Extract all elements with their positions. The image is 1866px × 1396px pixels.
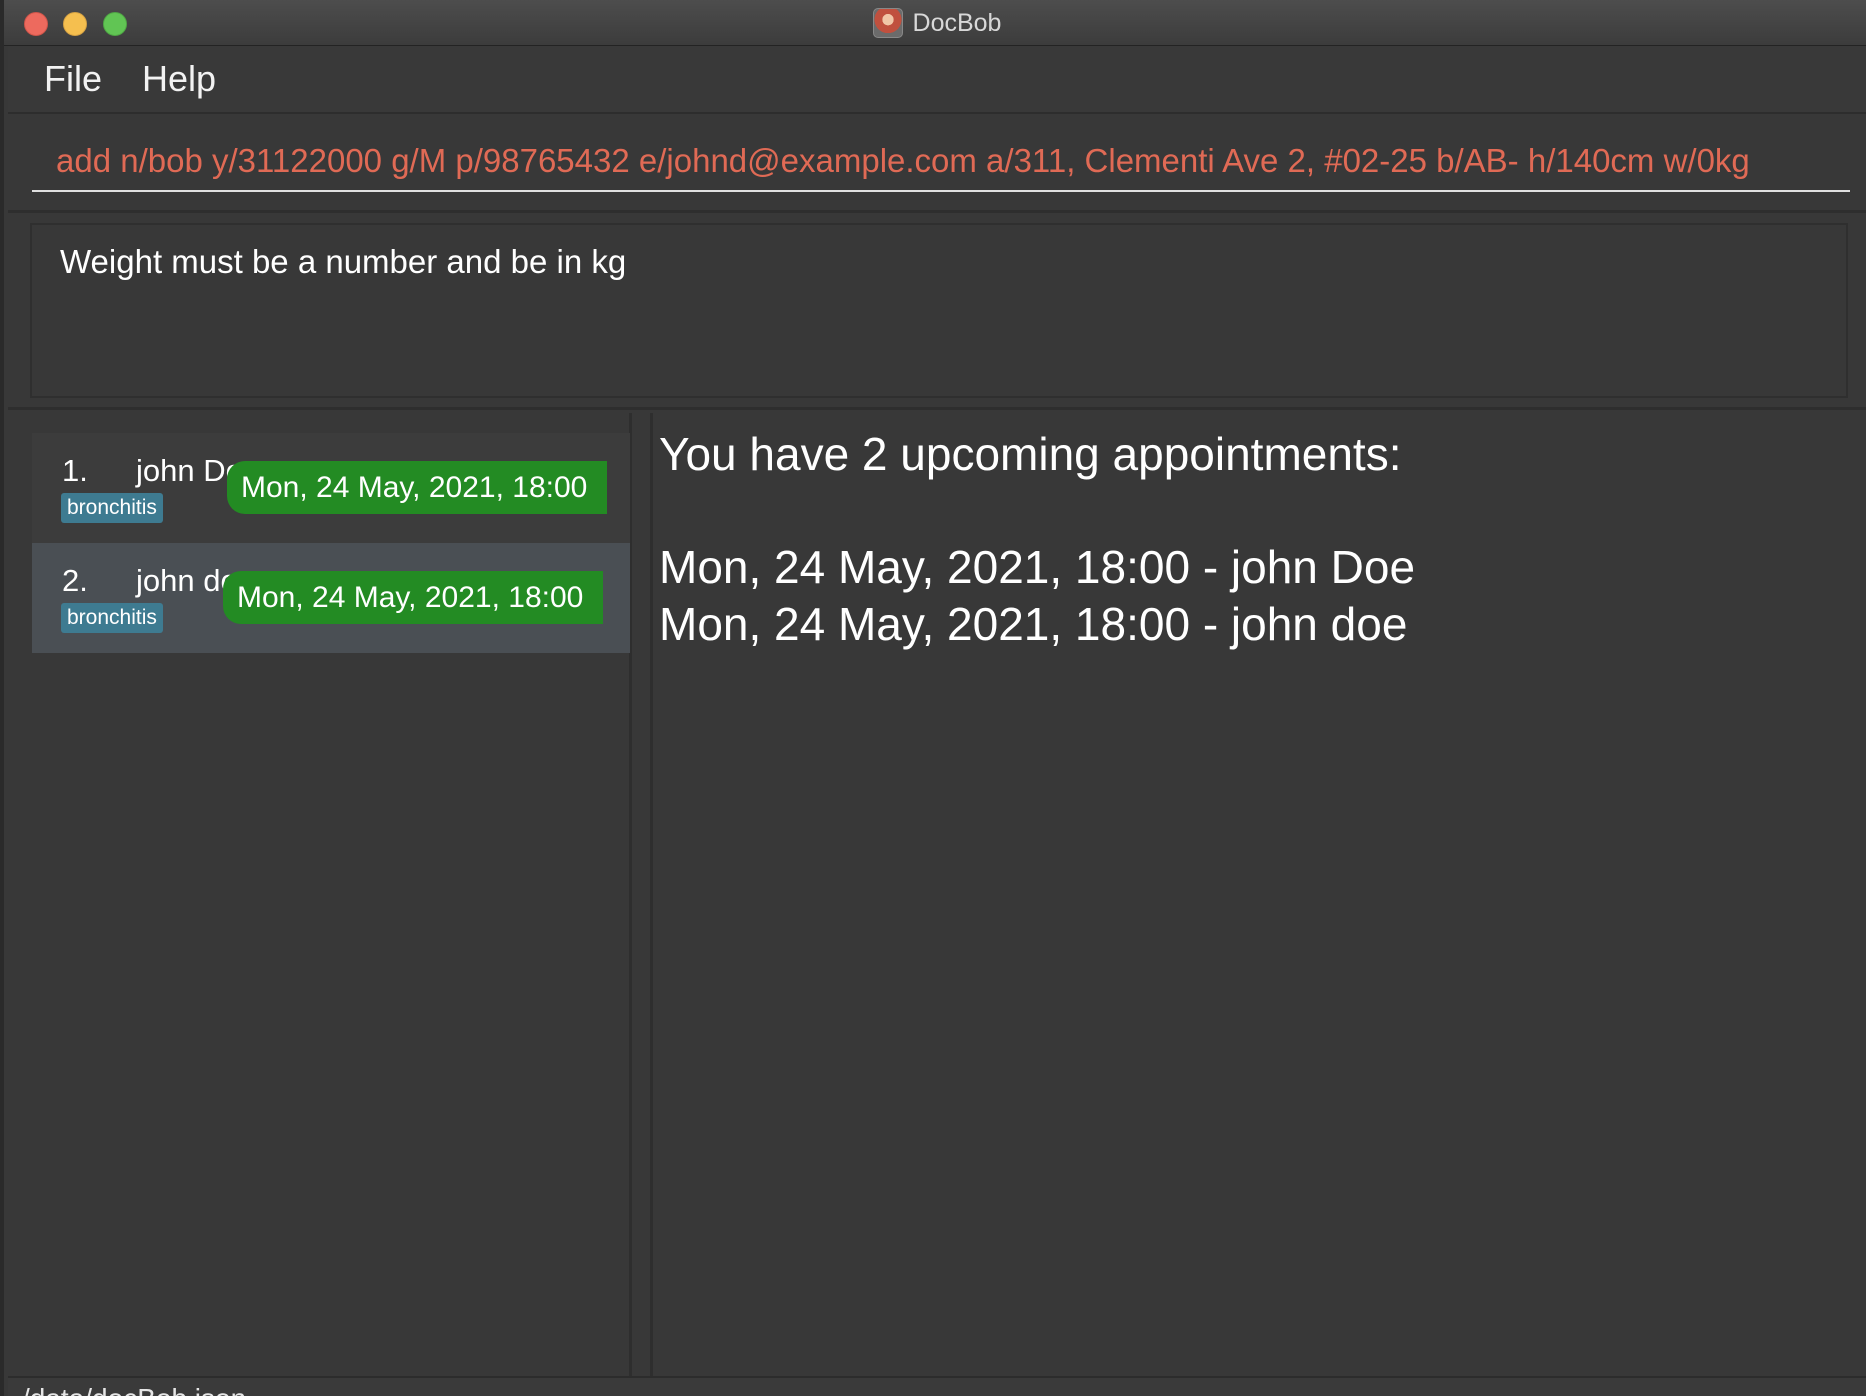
patient-tag: bronchitis	[61, 603, 163, 633]
patient-index: 2.	[62, 563, 88, 598]
appointment-line: Mon, 24 May, 2021, 18:00 - john doe	[659, 598, 1408, 650]
appointment-badge: Mon, 24 May, 2021, 18:00	[227, 461, 607, 514]
appointments-list: Mon, 24 May, 2021, 18:00 - john Doe Mon,…	[659, 539, 1415, 653]
appointment-line: Mon, 24 May, 2021, 18:00 - john Doe	[659, 541, 1416, 593]
patient-tag: bronchitis	[61, 493, 163, 523]
data-file-path: /data/docBob.json	[22, 1384, 246, 1396]
appointment-badge: Mon, 24 May, 2021, 18:00	[223, 571, 603, 624]
patient-index: 1.	[62, 453, 88, 488]
patient-card[interactable]: 2. john doe bronchitis Mon, 24 May, 2021…	[32, 543, 630, 653]
appointments-heading: You have 2 upcoming appointments:	[659, 428, 1402, 480]
docbob-app-icon	[872, 8, 903, 38]
result-message: Weight must be a number and be in kg	[60, 243, 627, 280]
command-box	[8, 114, 1866, 209]
title-group: DocBob	[4, 0, 1866, 46]
menu-help[interactable]: Help	[142, 58, 216, 100]
patient-list-panel[interactable]: 1. john Doe bronchitis Mon, 24 May, 2021…	[8, 413, 632, 1376]
status-bar: /data/docBob.json	[8, 1376, 1866, 1396]
command-input[interactable]	[32, 132, 1850, 192]
appointments-panel: You have 2 upcoming appointments: Mon, 2…	[650, 413, 1866, 1376]
menu-file[interactable]: File	[44, 58, 102, 100]
result-panel: Weight must be a number and be in kg	[8, 210, 1866, 410]
app-window: DocBob File Help Weight must be a number…	[0, 0, 1866, 1396]
patient-card[interactable]: 1. john Doe bronchitis Mon, 24 May, 2021…	[32, 433, 630, 543]
menu-bar: File Help	[8, 46, 1866, 114]
result-display: Weight must be a number and be in kg	[30, 223, 1848, 398]
window-title: DocBob	[912, 8, 1002, 37]
title-bar[interactable]: DocBob	[4, 0, 1866, 46]
patient-list: 1. john Doe bronchitis Mon, 24 May, 2021…	[32, 433, 630, 653]
